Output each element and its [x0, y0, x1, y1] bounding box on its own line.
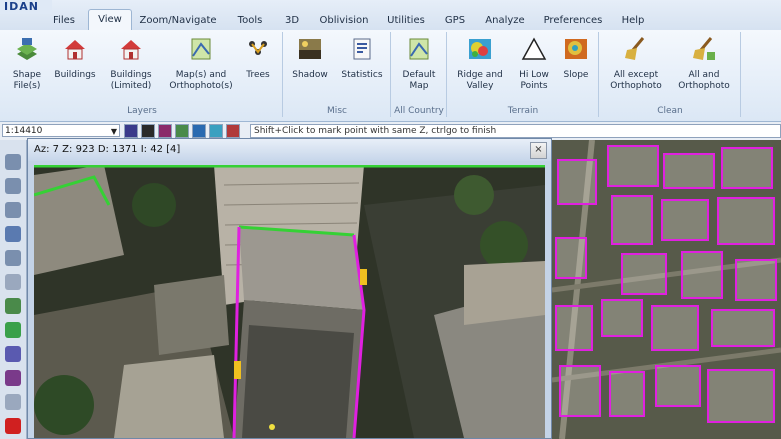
buildings-limited-button[interactable]: Buildings (Limited) [104, 36, 158, 92]
slope-label: Slope [563, 70, 589, 80]
tab-utilities[interactable]: Utilities [384, 11, 428, 30]
map-icon [191, 38, 211, 60]
tab-preferences[interactable]: Preferences [542, 11, 604, 30]
menu-bar: IDAN Files View Zoom/Navigate Tools 3D O… [0, 0, 781, 31]
pointer-icon[interactable] [5, 226, 21, 242]
trees-label: Trees [246, 70, 270, 80]
orthophoto-map [552, 140, 781, 439]
ridge-valley-button[interactable]: Ridge and Valley [452, 36, 508, 92]
clean-all-except-orthophoto-button[interactable]: All except Orthophoto [604, 36, 668, 92]
clean-all-except-orthophoto-label: All except Orthophoto [610, 70, 662, 91]
group-label-layers: Layers [127, 106, 157, 116]
shadow-button[interactable]: Shadow [288, 36, 332, 81]
tab-help[interactable]: Help [618, 11, 648, 30]
tab-tools[interactable]: Tools [232, 11, 268, 30]
oblique-3d-scene[interactable] [34, 165, 545, 438]
close-button[interactable]: × [530, 142, 547, 159]
globe-icon[interactable] [192, 124, 206, 138]
view-3d-window[interactable]: Az: 7 Z: 923 D: 1371 I: 42 [4] × [27, 138, 552, 439]
mountain-icon [521, 37, 547, 60]
tree-icon[interactable] [5, 298, 21, 314]
map-layer-icon[interactable] [175, 124, 189, 138]
slope-button[interactable]: Slope [558, 36, 594, 81]
ridge-valley-label: Ridge and Valley [457, 70, 503, 91]
default-map-button[interactable]: Default Map [396, 36, 442, 92]
trees-button[interactable]: Trees [240, 36, 276, 81]
3d-icon[interactable] [5, 418, 21, 434]
magnifier-icon[interactable] [5, 250, 21, 266]
hi-low-points-button[interactable]: Hi Low Points [512, 36, 556, 92]
shadow-icon [299, 39, 321, 59]
layer-icon[interactable] [158, 124, 172, 138]
tab-view[interactable]: View [88, 9, 132, 31]
zoom-in-icon[interactable] [5, 154, 21, 170]
compass-icon[interactable] [124, 124, 138, 138]
ribbon: Layers Shape File(s) Buildings Buildings… [0, 30, 781, 122]
house-icon [65, 40, 85, 60]
clean-all-and-orthophoto-button[interactable]: All and Orthophoto [672, 36, 736, 92]
hi-low-points-label: Hi Low Points [519, 70, 549, 91]
statistics-button[interactable]: Statistics [338, 36, 386, 81]
group-label-misc: Misc [327, 106, 347, 116]
shape-file-icon [17, 38, 37, 60]
statistics-label: Statistics [341, 70, 383, 80]
maps-orthophotos-button[interactable]: Map(s) and Orthophoto(s) [164, 36, 238, 92]
buildings-label: Buildings [54, 70, 96, 80]
oblique-imagery [34, 165, 545, 438]
view-3d-title: Az: 7 Z: 923 D: 1371 I: 42 [4] [28, 139, 551, 161]
status-hint: Shift+Click to mark point with same Z, c… [250, 124, 781, 138]
house-icon [121, 40, 141, 60]
shape-files-label: Shape File(s) [12, 70, 42, 91]
cursor-icon[interactable] [209, 124, 223, 138]
group-label-clean: Clean [657, 106, 683, 116]
shadow-label: Shadow [292, 70, 328, 80]
scale-select[interactable]: 1:14410 ▼ [2, 124, 120, 137]
terrain-icon[interactable] [5, 322, 21, 338]
profile-icon[interactable] [5, 370, 21, 386]
tab-gps[interactable]: GPS [442, 11, 468, 30]
marker-icon[interactable] [226, 124, 240, 138]
settings-icon[interactable] [5, 394, 21, 410]
default-map-label: Default Map [402, 70, 436, 91]
layers-icon[interactable] [5, 346, 21, 362]
scale-value: 1:14410 [5, 126, 43, 136]
maps-orthophotos-label: Map(s) and Orthophoto(s) [169, 70, 233, 91]
trees-icon [249, 41, 267, 55]
grid-icon[interactable] [141, 124, 155, 138]
clean-all-and-orthophoto-label: All and Orthophoto [678, 70, 730, 91]
tab-3d[interactable]: 3D [280, 11, 304, 30]
map-icon [409, 38, 429, 60]
chevron-down-icon: ▼ [110, 127, 117, 136]
tab-zoom-navigate[interactable]: Zoom/Navigate [138, 11, 218, 30]
statistics-icon [353, 38, 371, 60]
tab-analyze[interactable]: Analyze [484, 11, 526, 30]
buildings-limited-label: Buildings (Limited) [110, 70, 152, 91]
map-2d-view[interactable] [552, 140, 781, 439]
tab-oblivision[interactable]: Oblivision [318, 11, 370, 30]
shape-files-button[interactable]: Shape File(s) [6, 36, 48, 92]
group-label-terrain: Terrain [507, 106, 539, 116]
tab-files[interactable]: Files [48, 11, 80, 30]
group-label-all-country: All Country [394, 106, 444, 116]
buildings-button[interactable]: Buildings [52, 36, 98, 81]
broom-icon [625, 37, 645, 60]
broom-icon [693, 37, 715, 60]
slope-icon [565, 39, 587, 59]
terrain-colormap-icon [469, 39, 491, 59]
zoom-out-icon[interactable] [5, 202, 21, 218]
hand-icon[interactable] [5, 178, 21, 194]
app-logo: IDAN [0, 0, 52, 14]
ruler-icon[interactable] [5, 274, 21, 290]
left-tool-strip [0, 140, 27, 439]
